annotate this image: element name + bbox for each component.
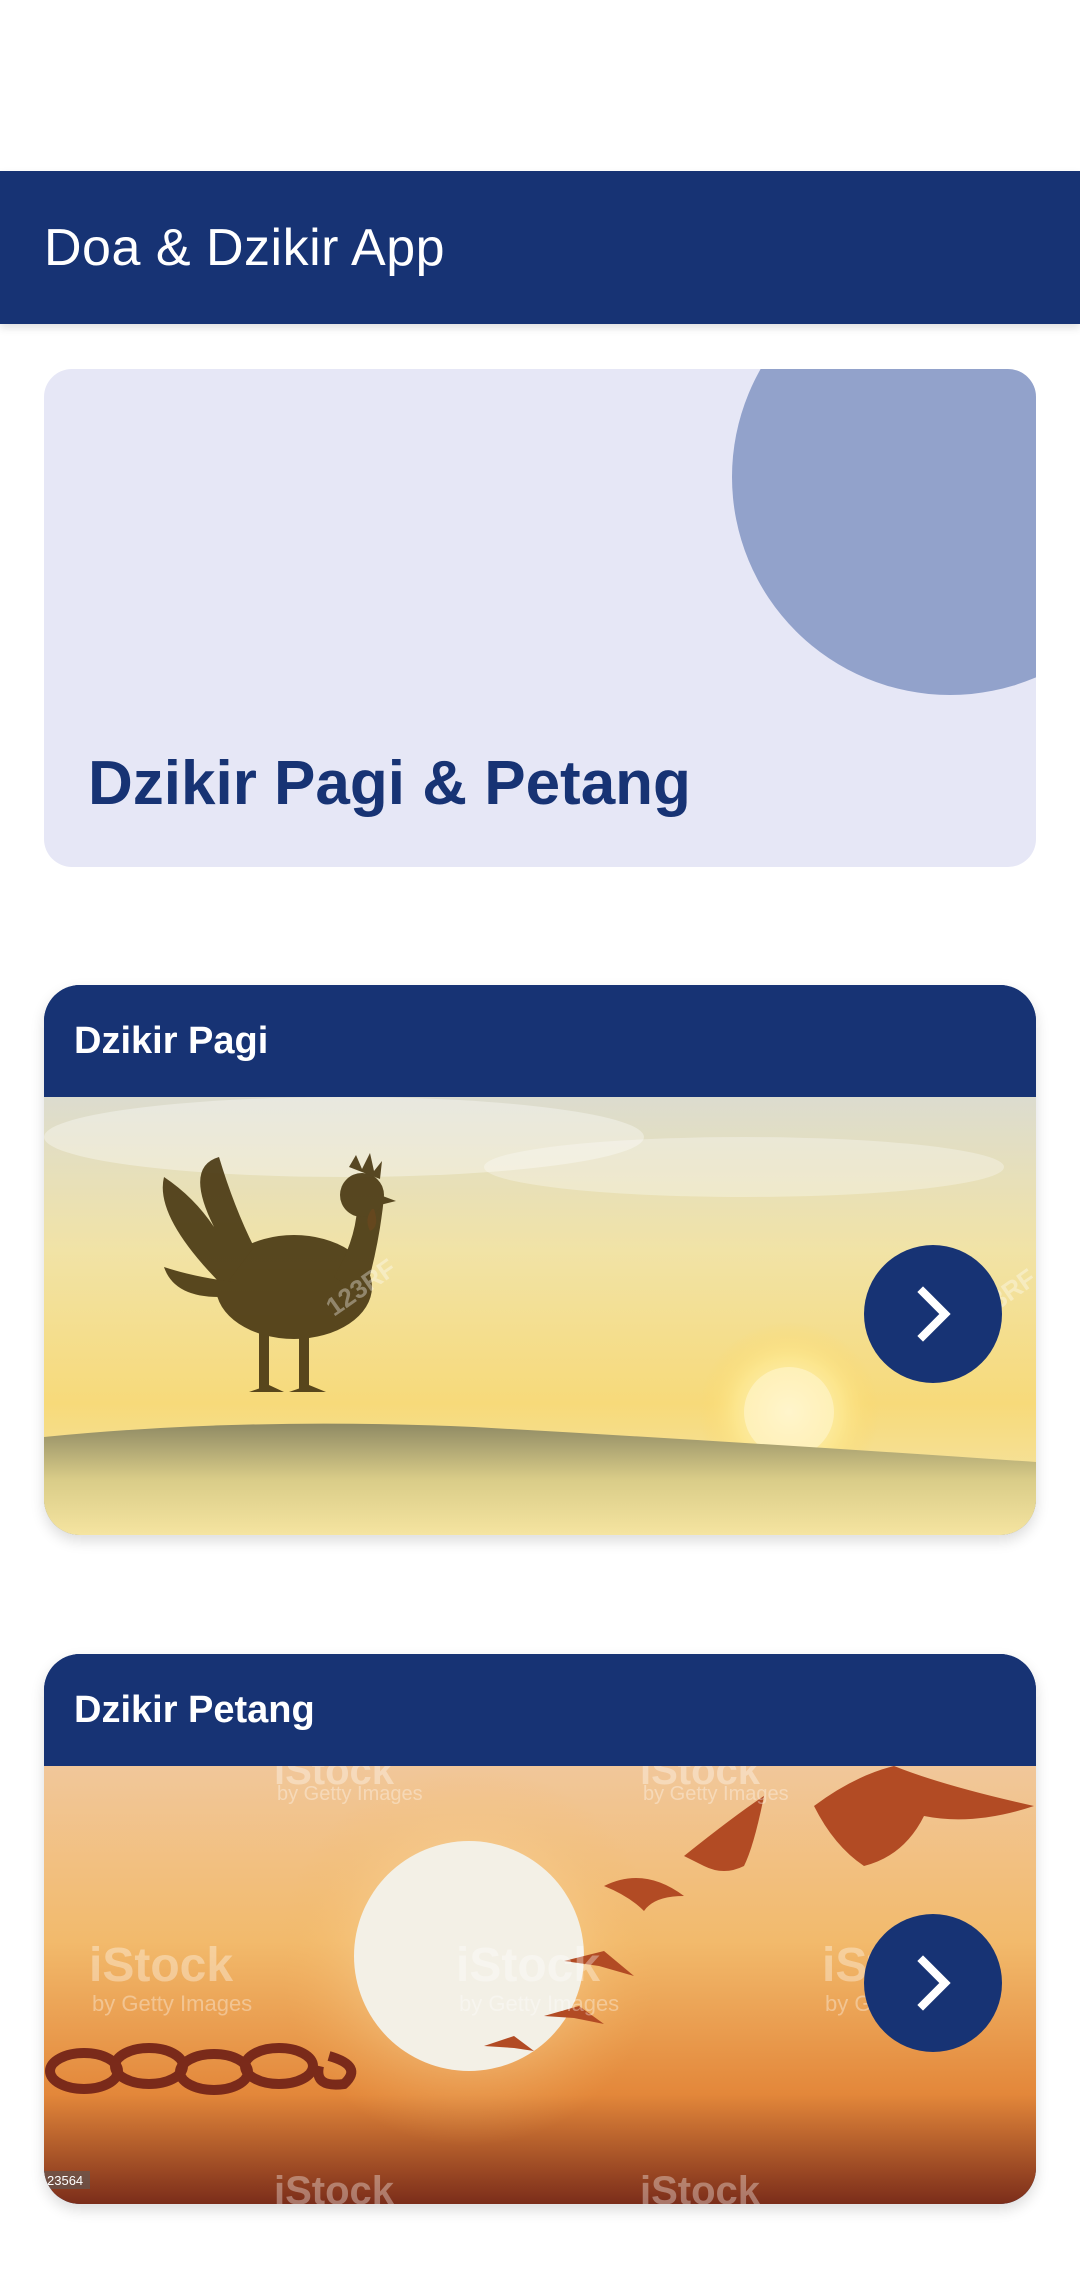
app-bar: Doa & Dzikir App — [0, 171, 1080, 324]
hero-title: Dzikir Pagi & Petang — [88, 749, 691, 818]
open-dzikir-petang-button[interactable] — [864, 1914, 1002, 2052]
watermark-istock: iStock — [456, 1939, 600, 1992]
watermark-getty: by Getty Images — [92, 1991, 252, 2016]
watermark-getty: by Getty Images — [277, 1783, 423, 1805]
card-header: Dzikir Petang — [44, 1654, 1036, 1766]
dzikir-petang-card[interactable]: Dzikir Petang iStock by Getty Images iSt… — [44, 1654, 1036, 2204]
card-header: Dzikir Pagi — [44, 985, 1036, 1097]
app-title: Doa & Dzikir App — [44, 218, 446, 277]
open-dzikir-pagi-button[interactable] — [864, 1245, 1002, 1383]
card-title-dzikir-petang: Dzikir Petang — [74, 1688, 315, 1731]
decorative-circle — [732, 369, 1036, 695]
dzikir-pagi-card[interactable]: Dzikir Pagi 123RF — [44, 985, 1036, 1535]
chevron-right-icon — [917, 1955, 951, 2011]
watermark-istock: iStock — [274, 2169, 395, 2204]
status-bar — [0, 0, 1080, 171]
chevron-right-icon — [917, 1286, 951, 1342]
card-title-dzikir-pagi: Dzikir Pagi — [74, 1019, 269, 1062]
watermark-istock: iStock — [89, 1939, 233, 1992]
watermark-getty: by Getty Images — [459, 1991, 619, 2016]
watermark-getty: by Getty Images — [643, 1783, 789, 1805]
watermark-stock-id: 23564 — [47, 2173, 83, 2188]
hero-banner: Dzikir Pagi & Petang — [44, 369, 1036, 867]
watermark-istock: iStock — [640, 2169, 761, 2204]
